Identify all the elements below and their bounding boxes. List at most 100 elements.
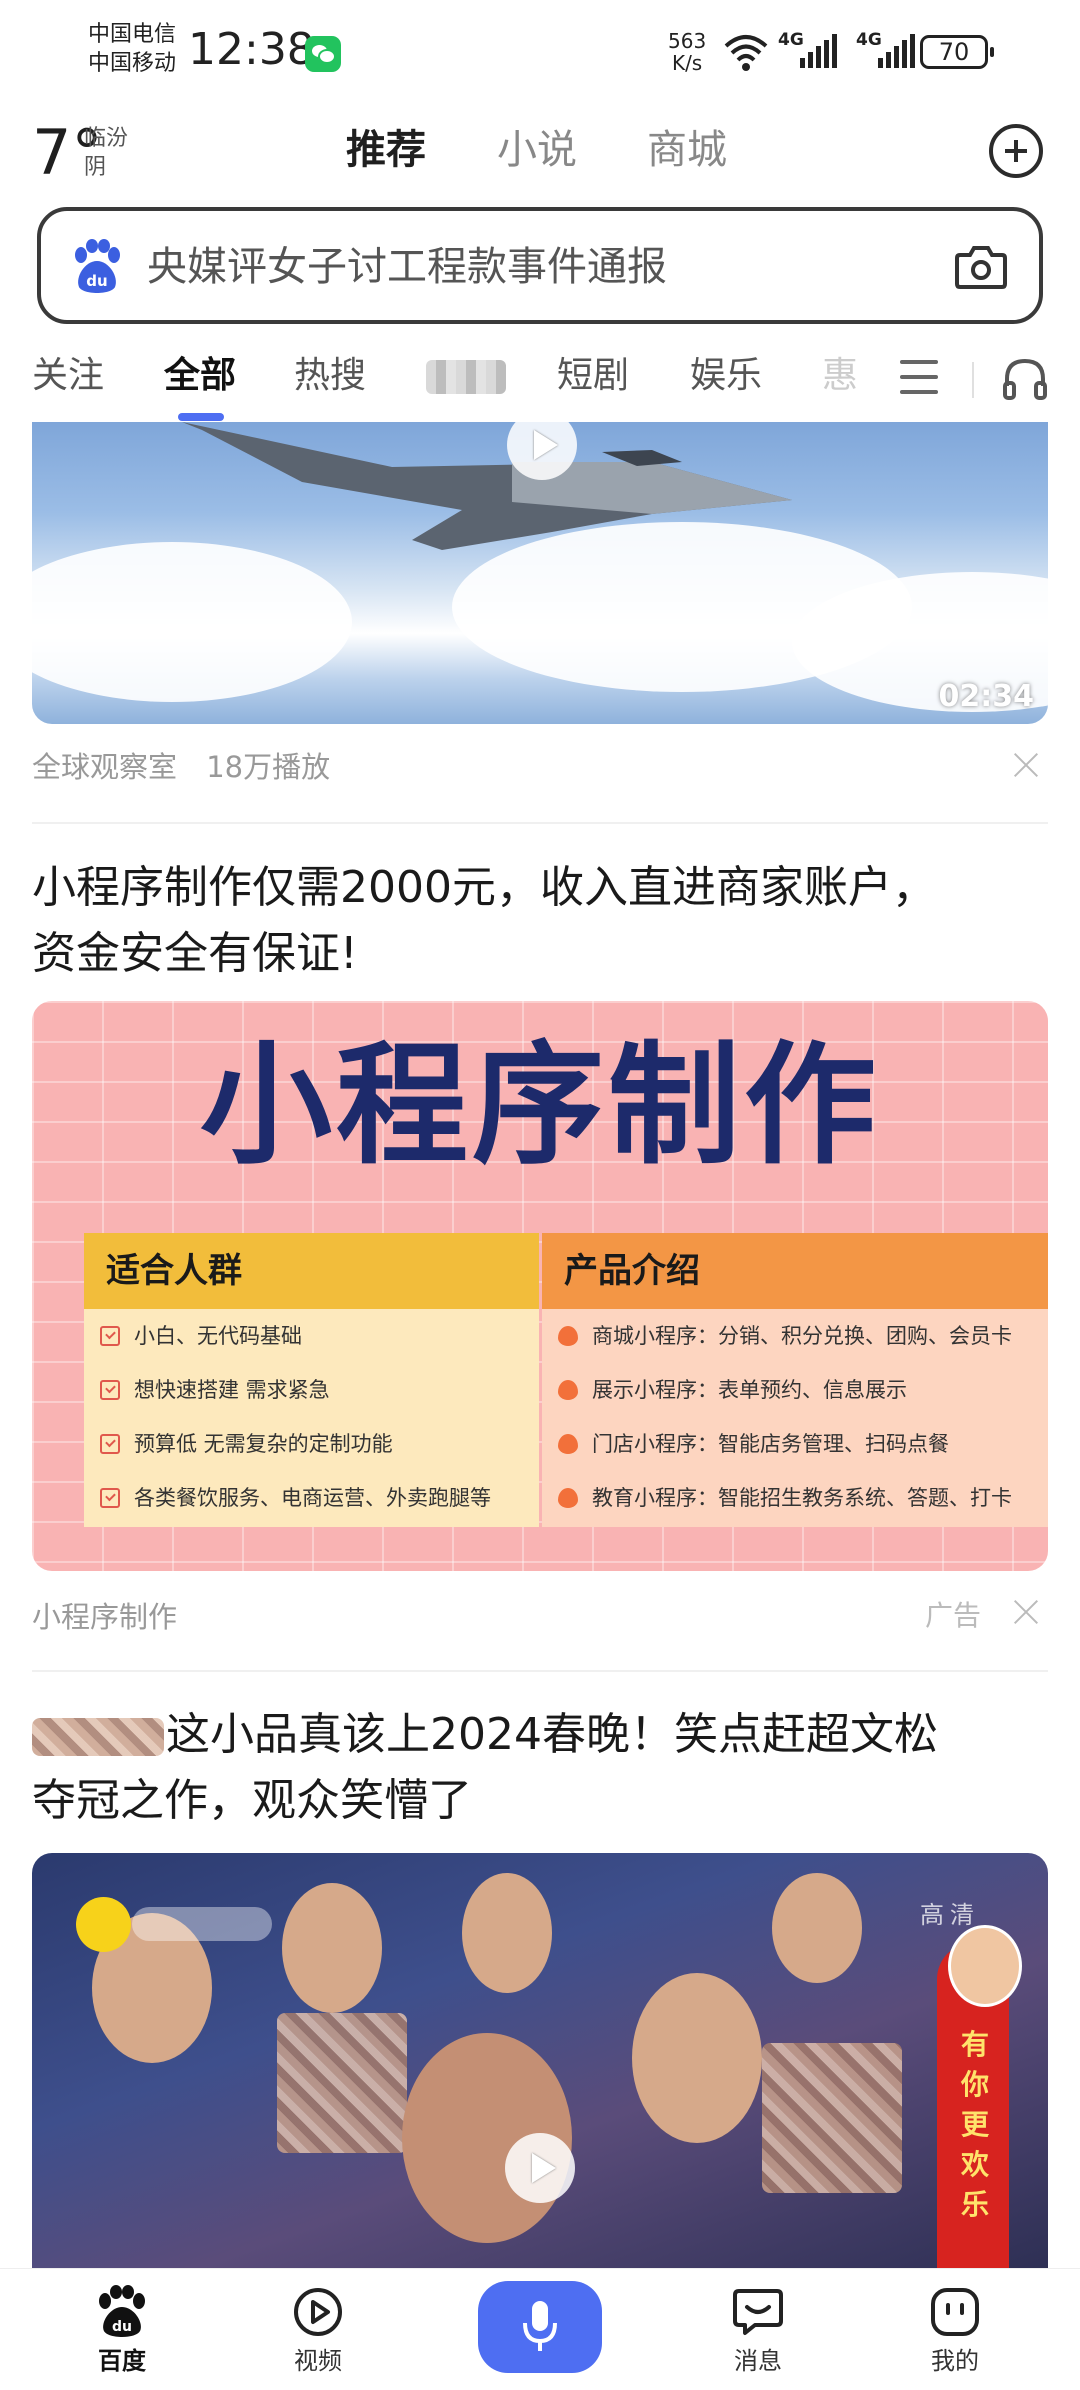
profile-face-icon [931, 2288, 979, 2336]
audience-face [462, 1873, 552, 1993]
net-speed-unit: K/s [671, 51, 703, 75]
network-speed: 563 K/s [668, 30, 706, 74]
ad-title[interactable]: 小程序制作仅需2000元，收入直进商家账户， 资金安全有保证! [32, 855, 1048, 987]
ad-audience-item: 小白、无代码基础 [84, 1309, 539, 1363]
video-title-line-2: 夺冠之作，观众笑懵了 [32, 1775, 472, 1826]
ad-product-header: 产品介绍 [542, 1233, 1048, 1309]
audience-face [282, 1883, 382, 2013]
ad-product-item: 教育小程序：智能招生教务系统、答题、打卡 [542, 1471, 1048, 1525]
blurred-face [277, 2013, 407, 2153]
video-thumbnail[interactable]: 02:34 [32, 422, 1048, 724]
tab-recommend[interactable]: 推荐 [346, 120, 426, 180]
ad-audience-header: 适合人群 [84, 1233, 539, 1309]
channel-logo-icon [76, 1897, 131, 1952]
nav-mine-label: 我的 [931, 2347, 979, 2375]
promo-text: 有你更欢乐 [960, 2028, 989, 2221]
ad-audience-item: 各类餐饮服务、电商运营、外卖跑腿等 [84, 1471, 539, 1525]
camera-icon[interactable] [954, 241, 1008, 291]
baidu-paw-icon: du [75, 239, 120, 293]
status-bar: 中国电信 中国移动 12:38 563 K/s 4G 4G 70 [0, 0, 1080, 105]
ad-image[interactable]: 小程序制作 适合人群 小白、无代码基础 想快速搭建 需求紧急 预算低 无需复杂的… [32, 1001, 1048, 1571]
blurred-face [762, 2043, 902, 2193]
active-tab-indicator [178, 413, 224, 421]
ad-product-item: 门店小程序：智能店务管理、扫码点餐 [542, 1417, 1048, 1471]
ad-title-line-1: 小程序制作仅需2000元，收入直进商家账户， [32, 862, 936, 913]
ad-source[interactable]: 小程序制作 [32, 1600, 177, 1634]
pin-icon [558, 1488, 578, 1508]
ad-product-item: 展示小程序：表单预约、信息展示 [542, 1363, 1048, 1417]
ad-audience-column: 适合人群 小白、无代码基础 想快速搭建 需求紧急 预算低 无需复杂的定制功能 各… [84, 1233, 539, 1527]
channel-short-drama[interactable]: 短剧 [557, 340, 629, 412]
channel-entertainment[interactable]: 娱乐 [690, 340, 762, 412]
video-thumbnail[interactable]: 高清 有你更欢乐 [32, 1853, 1048, 2273]
battery-indicator: 70 [920, 35, 994, 69]
ad-product-column: 产品介绍 商城小程序：分销、积分兑换、团购、会员卡 展示小程序：表单预约、信息展… [542, 1233, 1048, 1527]
carrier-1: 中国电信 [88, 22, 177, 47]
clock: 12:38 [188, 24, 315, 75]
sim1-signal-icon [800, 34, 837, 68]
checkbox-icon [100, 1326, 120, 1346]
feed-meta: 全球观察室 18万播放 [32, 744, 350, 786]
channel-deals[interactable]: 惠 [822, 340, 858, 412]
tab-novel[interactable]: 小说 [497, 120, 577, 180]
nav-messages-label: 消息 [734, 2347, 782, 2375]
search-bar[interactable]: du 央媒评女子讨工程款事件通报 [37, 207, 1043, 324]
ad-audience-item: 预算低 无需复杂的定制功能 [84, 1417, 539, 1471]
microphone-icon [523, 2301, 557, 2351]
svg-text:du: du [112, 2319, 132, 2335]
host-avatar [948, 1925, 1022, 2007]
channel-blurred[interactable] [426, 360, 506, 394]
divider [972, 362, 974, 398]
ad-headline: 小程序制作 [200, 1028, 880, 1183]
nav-messages[interactable]: 消息 [698, 2285, 818, 2379]
nav-video-label: 视频 [294, 2347, 342, 2375]
pin-icon [558, 1380, 578, 1400]
dismiss-icon[interactable] [1010, 1596, 1042, 1628]
sim2-signal-icon [878, 34, 915, 68]
nav-video[interactable]: 视频 [258, 2285, 378, 2379]
baidu-paw-icon: du [99, 2285, 145, 2337]
video-play-icon [294, 2288, 342, 2336]
ad-label: 广告 [925, 1599, 982, 1632]
checkbox-icon [100, 1434, 120, 1454]
ad-meta: 小程序制作 [32, 1594, 197, 1636]
video-duration: 02:34 [938, 679, 1035, 714]
add-button[interactable] [989, 124, 1043, 178]
pin-icon [558, 1326, 578, 1346]
blurred-channel-name [132, 1907, 272, 1941]
ad-product-item: 商城小程序：分销、积分兑换、团购、会员卡 [542, 1309, 1048, 1363]
hd-label: 高清 [920, 1901, 980, 1929]
wechat-icon [305, 36, 341, 72]
search-input[interactable]: 央媒评女子讨工程款事件通报 [147, 239, 667, 295]
ad-title-line-2: 资金安全有保证! [32, 928, 358, 979]
carrier-labels: 中国电信 中国移动 [88, 20, 176, 78]
nav-home[interactable]: du 百度 [62, 2285, 182, 2379]
pin-icon [558, 1434, 578, 1454]
divider [32, 1670, 1048, 1672]
bottom-navigation: du 百度 视频 消息 我的 [0, 2268, 1080, 2390]
checkbox-icon [100, 1488, 120, 1508]
audience-face [772, 1873, 862, 1983]
play-count: 18万播放 [206, 750, 331, 784]
video-title[interactable]: 这小品真该上2024春晚！笑点赶超文松 夺冠之作，观众笑懵了 [32, 1702, 1048, 1834]
channel-menu-icon[interactable] [900, 360, 938, 396]
dismiss-icon[interactable] [1010, 749, 1042, 781]
video-title-line-1: 这小品真该上2024春晚！笑点赶超文松 [32, 1702, 1048, 1768]
ad-info-table: 适合人群 小白、无代码基础 想快速搭建 需求紧急 预算低 无需复杂的定制功能 各… [84, 1233, 1048, 1527]
voice-search-button[interactable] [478, 2281, 602, 2373]
channel-hot-search[interactable]: 热搜 [294, 340, 366, 412]
nav-mine[interactable]: 我的 [895, 2285, 1015, 2379]
channel-all[interactable]: 全部 [164, 340, 236, 412]
headphone-icon[interactable] [1000, 354, 1050, 404]
play-icon[interactable] [505, 2133, 575, 2203]
nav-home-label: 百度 [98, 2347, 146, 2375]
channel-follow[interactable]: 关注 [32, 340, 104, 412]
blurred-name [32, 1718, 164, 1756]
tab-mall[interactable]: 商城 [647, 120, 727, 180]
svg-text:du: du [86, 272, 107, 290]
carrier-2: 中国移动 [88, 51, 177, 76]
net-speed-value: 563 [668, 29, 707, 53]
checkbox-icon [100, 1380, 120, 1400]
source-name[interactable]: 全球观察室 [32, 750, 177, 784]
audience-face [632, 1973, 762, 2143]
